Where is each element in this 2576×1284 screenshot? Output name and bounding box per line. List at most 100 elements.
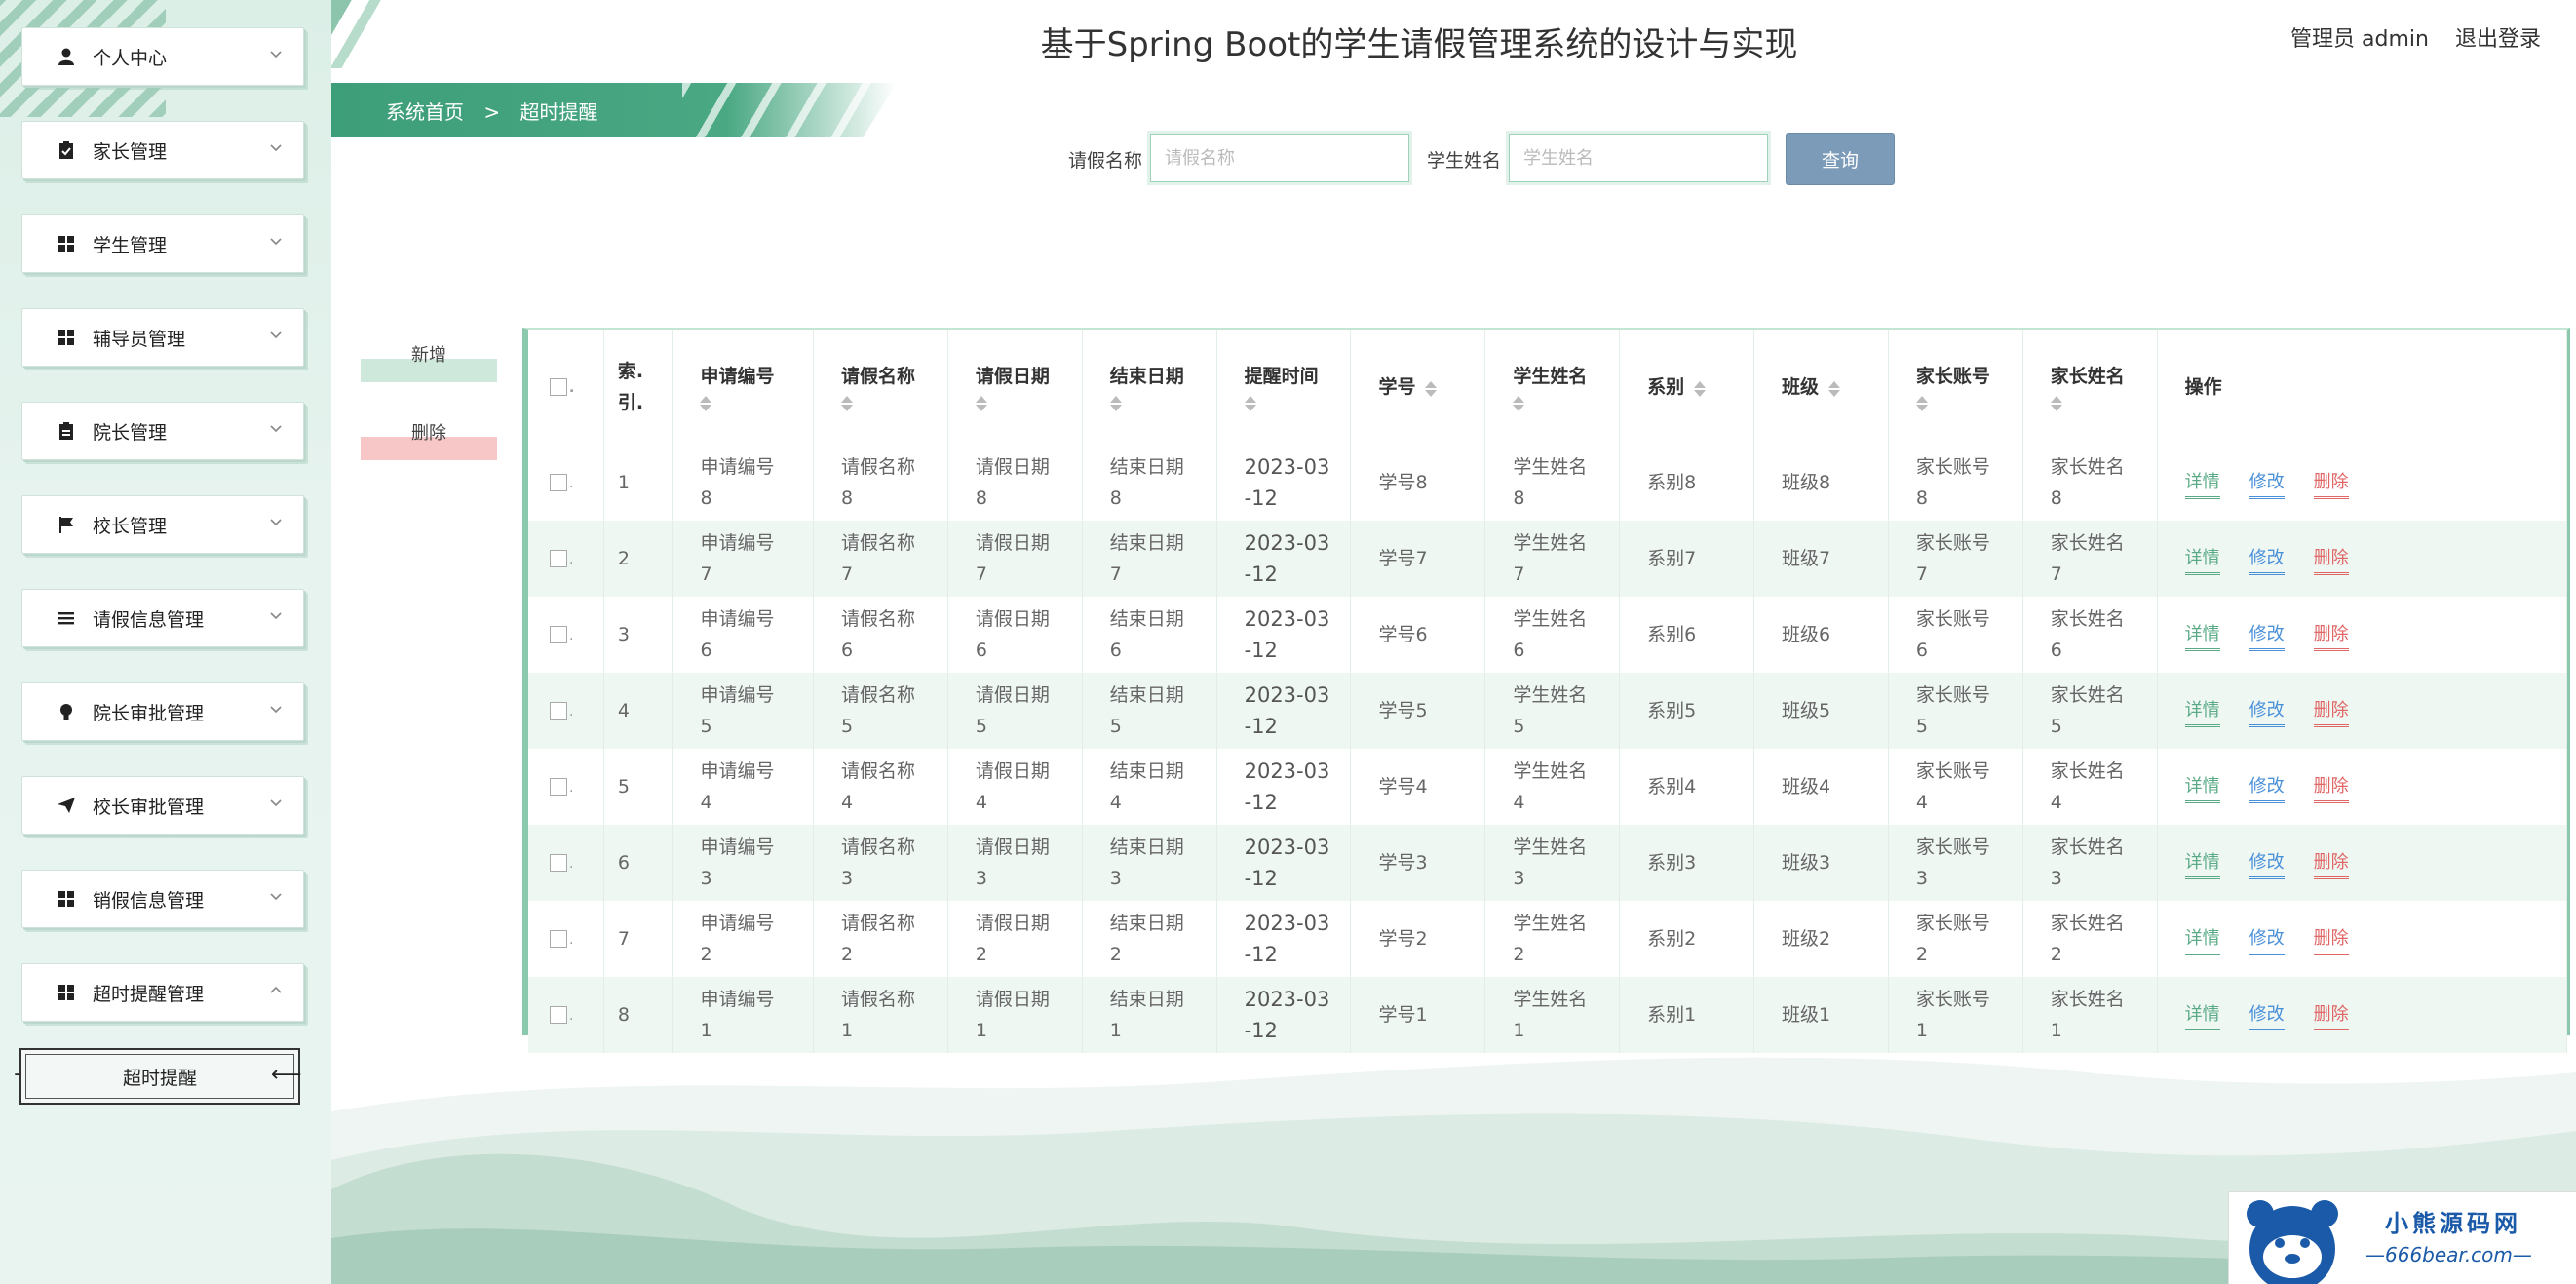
sidebar-item-1[interactable]: 个人中心 <box>21 27 304 86</box>
sidebar-item-3[interactable]: 学生管理 <box>21 214 304 273</box>
row-checkbox[interactable]: . <box>528 901 604 977</box>
row-checkbox[interactable]: . <box>528 749 604 825</box>
header-leave-date[interactable]: 请假日期 <box>947 330 1083 445</box>
sidebar-item-6[interactable]: 校长管理 <box>21 495 304 554</box>
view-link[interactable]: 详情 <box>2184 775 2220 803</box>
row-checkbox[interactable]: . <box>528 673 604 749</box>
delete-link[interactable]: 删除 <box>2313 775 2349 803</box>
view-link[interactable]: 详情 <box>2184 623 2220 651</box>
sort-icon[interactable] <box>1828 379 1841 399</box>
view-link[interactable]: 详情 <box>2184 851 2220 879</box>
table-row[interactable]: . 4 申请编号 5 请假名称 5 请假日期 5 结束日期 5 2023-03 -12 学号5 学生姓名 5… <box>528 673 2568 749</box>
cell-class: 班级3 <box>1753 825 1889 901</box>
cell-index: 4 <box>603 673 673 749</box>
edit-link[interactable]: 修改 <box>2249 699 2285 727</box>
table-row[interactable]: . 6 申请编号 3 请假名称 3 请假日期 3 结束日期 3 2023-03 -12 学号3 学生姓名 3… <box>528 825 2568 901</box>
view-link[interactable]: 详情 <box>2184 471 2220 499</box>
logout-link[interactable]: 退出登录 <box>2455 27 2541 52</box>
student-name-input[interactable] <box>1509 134 1768 182</box>
cell-student-no: 学号4 <box>1350 749 1486 825</box>
leave-name-input[interactable] <box>1150 134 1409 182</box>
grid-icon <box>56 327 77 348</box>
header-department[interactable]: 系别 <box>1619 330 1755 445</box>
sidebar-item-2[interactable]: 家长管理 <box>21 121 304 179</box>
delete-link[interactable]: 删除 <box>2313 1003 2349 1031</box>
sort-icon[interactable] <box>975 394 987 413</box>
table-row[interactable]: . 8 申请编号 1 请假名称 1 请假日期 1 结束日期 1 2023-03 -12 学号1 学生姓名 1… <box>528 977 2568 1053</box>
table-row[interactable]: . 2 申请编号 7 请假名称 7 请假日期 7 结束日期 7 2023-03 -12 学号7 学生姓名 7… <box>528 521 2568 597</box>
cell-index: 8 <box>603 977 673 1053</box>
header-app-no[interactable]: 申请编号 <box>672 330 815 445</box>
table-row[interactable]: . 5 申请编号 4 请假名称 4 请假日期 4 结束日期 4 2023-03 -12 学号4 学生姓名 4… <box>528 749 2568 825</box>
sidebar-item-7[interactable]: 请假信息管理 <box>21 589 304 647</box>
edit-link[interactable]: 修改 <box>2249 851 2285 879</box>
data-table: . 索. 引. 申请编号 请假名称 请假日期 结束日期 提醒时间 学号 学生姓名 … <box>522 328 2570 1053</box>
header-student-name[interactable]: 学生姓名 <box>1484 330 1621 445</box>
cell-student-no: 学号3 <box>1350 825 1486 901</box>
breadcrumb-home[interactable]: 系统首页 <box>386 100 464 124</box>
sidebar-item-4[interactable]: 辅导员管理 <box>21 308 304 367</box>
row-checkbox[interactable]: . <box>528 977 604 1053</box>
edit-link[interactable]: 修改 <box>2249 1003 2285 1031</box>
header-remind-time[interactable]: 提醒时间 <box>1216 330 1352 445</box>
delete-link[interactable]: 删除 <box>2313 547 2349 575</box>
sort-icon[interactable] <box>700 394 712 413</box>
sidebar-item-10[interactable]: 销假信息管理 <box>21 870 304 928</box>
row-checkbox[interactable]: . <box>528 597 604 673</box>
edit-link[interactable]: 修改 <box>2249 927 2285 955</box>
sidebar-item-9[interactable]: 校长审批管理 <box>21 776 304 835</box>
delete-link[interactable]: 删除 <box>2313 851 2349 879</box>
sort-icon[interactable] <box>841 394 854 413</box>
sidebar-item-5[interactable]: 院长管理 <box>21 402 304 460</box>
sidebar-item-8[interactable]: 院长审批管理 <box>21 682 304 741</box>
row-checkbox[interactable]: . <box>528 445 604 521</box>
row-checkbox[interactable]: . <box>528 521 604 597</box>
cell-remind-time: 2023-03 -12 <box>1216 825 1352 901</box>
cell-app-no: 申请编号 3 <box>672 825 815 901</box>
view-link[interactable]: 详情 <box>2184 1003 2220 1031</box>
table-row[interactable]: . 3 申请编号 6 请假名称 6 请假日期 6 结束日期 6 2023-03 -12 学号6 学生姓名 6… <box>528 597 2568 673</box>
view-link[interactable]: 详情 <box>2184 699 2220 727</box>
cell-student-no: 学号2 <box>1350 901 1486 977</box>
cell-department: 系别5 <box>1619 673 1755 749</box>
select-all-checkbox[interactable]: . <box>528 330 604 445</box>
sidebar-item-11[interactable]: 超时提醒管理 <box>21 963 304 1022</box>
sort-icon[interactable] <box>1109 394 1122 413</box>
edit-link[interactable]: 修改 <box>2249 471 2285 499</box>
query-button[interactable]: 查询 <box>1786 133 1895 185</box>
sort-icon[interactable] <box>1425 379 1438 399</box>
view-link[interactable]: 详情 <box>2184 547 2220 575</box>
cell-parent-account: 家长账号 4 <box>1888 749 2023 825</box>
header-parent-name[interactable]: 家长姓名 <box>2022 330 2158 445</box>
edit-link[interactable]: 修改 <box>2249 775 2285 803</box>
table-row[interactable]: . 1 申请编号 8 请假名称 8 请假日期 8 结束日期 8 2023-03 -12 学号8 学生姓名 8… <box>528 445 2568 521</box>
delete-link[interactable]: 删除 <box>2313 471 2349 499</box>
header-leave-name[interactable]: 请假名称 <box>813 330 948 445</box>
header-student-no[interactable]: 学号 <box>1350 330 1486 445</box>
row-checkbox[interactable]: . <box>528 825 604 901</box>
sort-icon[interactable] <box>1513 394 1525 413</box>
sidebar-subitem-timeout-reminder[interactable]: 超时提醒 <box>19 1048 300 1105</box>
cell-student-name: 学生姓名 1 <box>1484 977 1621 1053</box>
cell-parent-name: 家长姓名 1 <box>2022 977 2158 1053</box>
add-button[interactable]: 新增 <box>361 341 497 382</box>
header-end-date[interactable]: 结束日期 <box>1082 330 1217 445</box>
cell-student-no: 学号1 <box>1350 977 1486 1053</box>
header-class[interactable]: 班级 <box>1753 330 1889 445</box>
cell-app-no: 申请编号 4 <box>672 749 815 825</box>
delete-link[interactable]: 删除 <box>2313 927 2349 955</box>
view-link[interactable]: 详情 <box>2184 927 2220 955</box>
sort-icon[interactable] <box>1915 394 1928 413</box>
edit-link[interactable]: 修改 <box>2249 547 2285 575</box>
delete-link[interactable]: 删除 <box>2313 699 2349 727</box>
sort-icon[interactable] <box>2050 394 2062 413</box>
sort-icon[interactable] <box>1694 379 1707 399</box>
delete-link[interactable]: 删除 <box>2313 623 2349 651</box>
table-row[interactable]: . 7 申请编号 2 请假名称 2 请假日期 2 结束日期 2 2023-03 -12 学号2 学生姓名 2… <box>528 901 2568 977</box>
header-parent-account[interactable]: 家长账号 <box>1888 330 2023 445</box>
sort-icon[interactable] <box>1244 394 1256 413</box>
edit-link[interactable]: 修改 <box>2249 623 2285 651</box>
cell-parent-account: 家长账号 5 <box>1888 673 2023 749</box>
cell-ops: 详情 修改 删除 <box>2157 977 2568 1053</box>
delete-button[interactable]: 删除 <box>361 417 497 460</box>
